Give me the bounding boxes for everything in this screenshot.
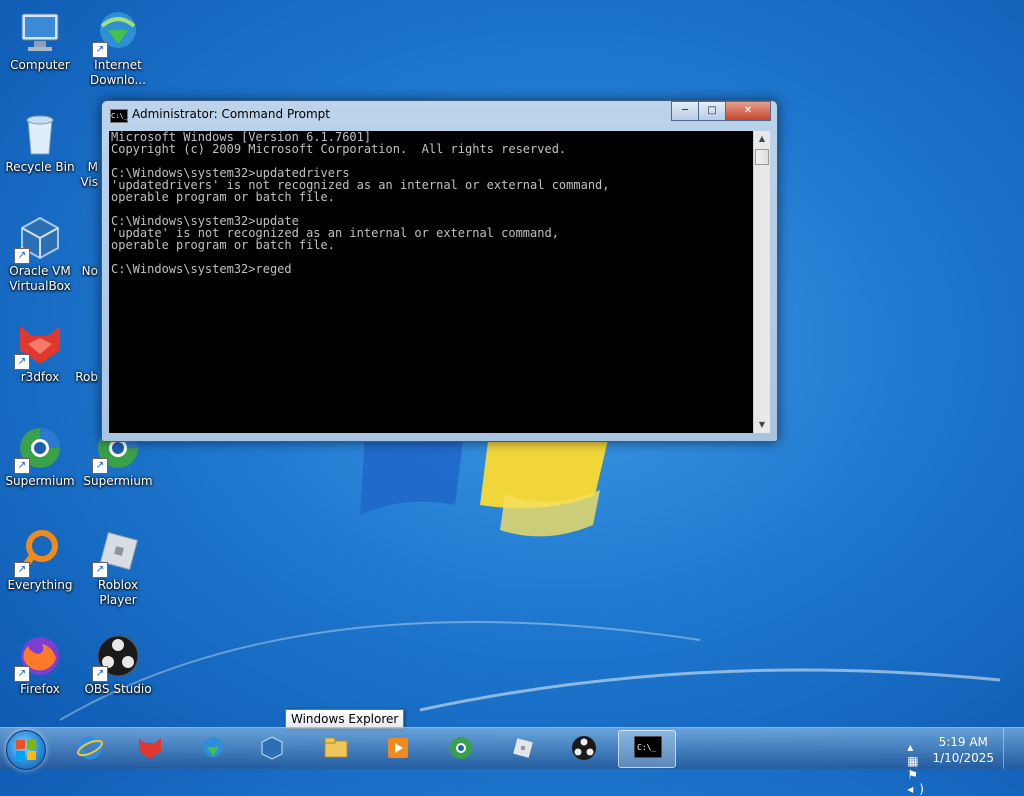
shortcut-arrow-icon: ↗ <box>92 562 108 578</box>
desktop-icon-roblox[interactable]: ↗ Roblox Player <box>78 528 158 608</box>
command-prompt-icon: C:\_ <box>110 109 128 123</box>
taskbar-supermium[interactable] <box>433 730 489 766</box>
media-player-icon <box>385 735 411 761</box>
shortcut-arrow-icon: ↗ <box>92 458 108 474</box>
everything-icon: ↗ <box>14 528 64 578</box>
internet-download-manager-icon: ↗ <box>92 8 142 58</box>
command-prompt-icon: C:\_ <box>633 735 663 762</box>
window-titlebar[interactable]: C:\_ Administrator: Command Prompt ─ □ ✕ <box>102 101 777 129</box>
taskbar-internet-download-manager[interactable] <box>185 730 241 766</box>
svg-text:C:\_: C:\_ <box>637 743 656 752</box>
desktop-icon-computer[interactable]: Computer <box>0 8 80 73</box>
taskbar-command-prompt[interactable]: C:\_ <box>618 730 676 768</box>
supermium-icon <box>448 735 474 761</box>
roblox-icon <box>510 735 536 761</box>
vertical-scrollbar[interactable]: ▲ ▼ <box>753 131 770 433</box>
start-button[interactable] <box>6 730 46 770</box>
scroll-thumb[interactable] <box>755 149 769 165</box>
desktop-icon-virtualbox[interactable]: ↗ Oracle VM VirtualBox <box>0 214 80 294</box>
internet-explorer-icon <box>77 735 103 761</box>
computer-icon <box>16 8 64 56</box>
shortcut-arrow-icon: ↗ <box>14 666 30 682</box>
taskbar-internet-explorer[interactable] <box>62 730 118 766</box>
windows-logo-icon <box>16 740 36 760</box>
network-icon[interactable]: ▦ <box>907 754 924 768</box>
obs-icon: ↗ <box>92 632 142 682</box>
clock[interactable]: 5:19 AM 1/10/2025 <box>932 734 994 766</box>
clock-time: 5:19 AM <box>938 735 988 749</box>
command-prompt-window[interactable]: C:\_ Administrator: Command Prompt ─ □ ✕… <box>101 100 778 442</box>
desktop-icon-partial-1[interactable]: M Vis <box>58 160 98 190</box>
taskbar-virtualbox[interactable] <box>244 730 300 766</box>
internet-download-manager-icon <box>200 735 226 761</box>
desktop-icon-partial-3[interactable]: Rob <box>58 370 98 385</box>
r3dfox-icon: ↗ <box>14 320 64 370</box>
chevron-up-icon[interactable]: ▴ <box>907 740 919 754</box>
taskbar-tooltip: Windows Explorer <box>285 709 405 729</box>
scroll-up-arrow-icon[interactable]: ▲ <box>754 131 770 147</box>
roblox-icon: ↗ <box>92 528 142 578</box>
r3dfox-icon <box>137 735 163 761</box>
minimize-button[interactable]: ─ <box>671 101 699 121</box>
console-line: operable program or batch file. <box>111 238 335 252</box>
supermium-icon: ↗ <box>14 424 64 474</box>
console-line: Copyright (c) 2009 Microsoft Corporation… <box>111 142 567 156</box>
close-button[interactable]: ✕ <box>725 101 771 121</box>
action-center-flag-icon[interactable]: ⚑ <box>907 768 924 782</box>
desktop-icon-partial-2[interactable]: No <box>58 264 98 279</box>
scroll-down-arrow-icon[interactable]: ▼ <box>754 417 770 433</box>
desktop-icon-supermium-1[interactable]: ↗ Supermium <box>0 424 80 489</box>
window-title: Administrator: Command Prompt <box>132 107 330 121</box>
taskbar-media-player[interactable] <box>370 730 426 766</box>
shortcut-arrow-icon: ↗ <box>14 354 30 370</box>
taskbar-windows-explorer[interactable] <box>308 730 364 766</box>
console-line: C:\Windows\system32>reged <box>111 262 292 276</box>
volume-icon[interactable]: ◂) <box>907 782 930 796</box>
virtualbox-icon <box>259 735 285 761</box>
taskbar: C:\_ ▴ ▦ ⚑ ◂) 5:19 AM 1/10/2025 <box>0 727 1024 796</box>
obs-icon <box>571 735 597 761</box>
desktop-icon-obs-studio[interactable]: ↗ OBS Studio <box>78 632 158 697</box>
taskbar-roblox[interactable] <box>495 730 551 766</box>
shortcut-arrow-icon: ↗ <box>14 248 30 264</box>
console-output[interactable]: Microsoft Windows [Version 6.1.7601] Copy… <box>109 131 753 433</box>
recycle-bin-icon <box>16 110 64 158</box>
windows-explorer-icon <box>323 735 349 761</box>
console-text[interactable]: Microsoft Windows [Version 6.1.7601] Copy… <box>109 131 753 275</box>
firefox-icon: ↗ <box>14 632 64 682</box>
shortcut-arrow-icon: ↗ <box>92 42 108 58</box>
shortcut-arrow-icon: ↗ <box>14 562 30 578</box>
desktop-icon-everything[interactable]: ↗ Everything <box>0 528 80 593</box>
show-desktop-button[interactable] <box>1003 728 1016 769</box>
desktop-icon-internet-download-manager[interactable]: ↗ Internet Downlo... <box>78 8 158 88</box>
shortcut-arrow-icon: ↗ <box>14 458 30 474</box>
console-line: operable program or batch file. <box>111 190 335 204</box>
virtualbox-icon: ↗ <box>14 214 64 264</box>
desktop-icon-firefox[interactable]: ↗ Firefox <box>0 632 80 697</box>
maximize-button[interactable]: □ <box>698 101 726 121</box>
clock-date: 1/10/2025 <box>932 751 994 765</box>
shortcut-arrow-icon: ↗ <box>92 666 108 682</box>
taskbar-obs-studio[interactable] <box>556 730 612 766</box>
taskbar-r3dfox[interactable] <box>122 730 178 766</box>
